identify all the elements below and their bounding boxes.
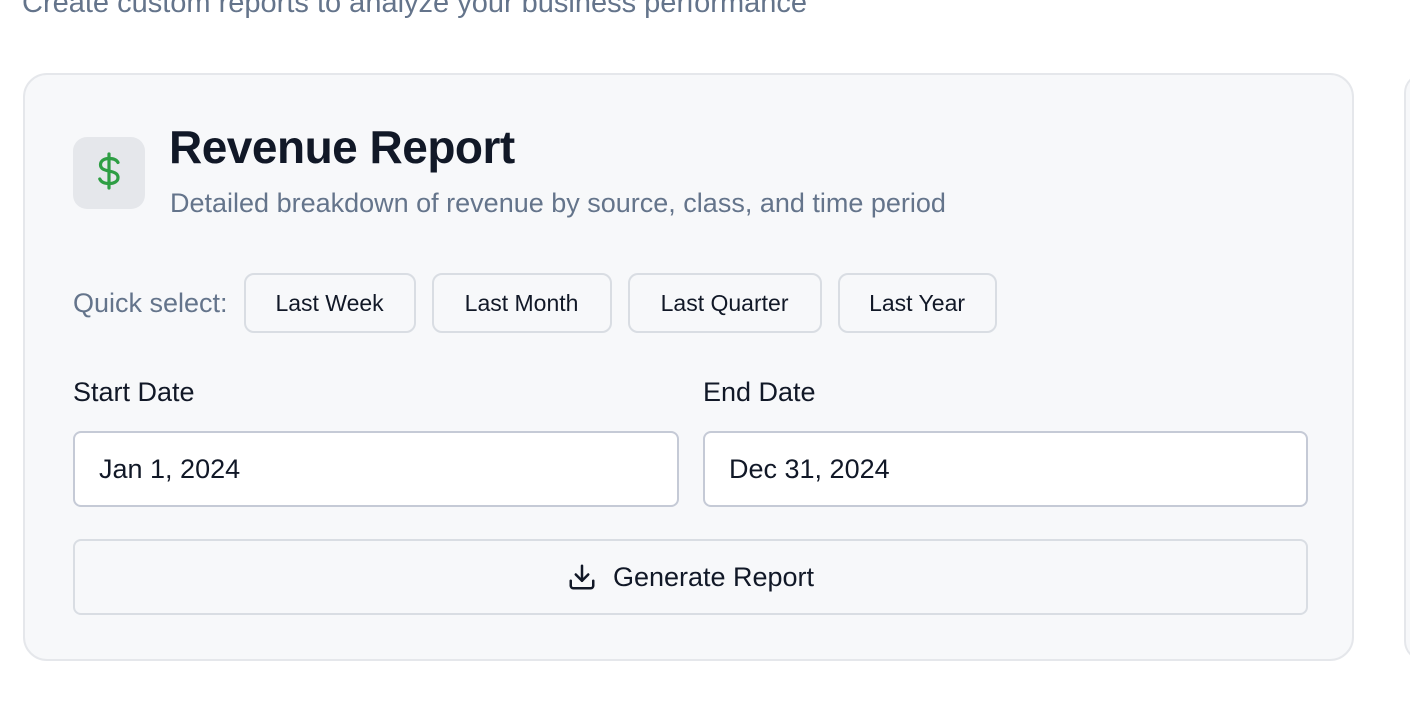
reports-page: Create custom reports to analyze your bu… [0, 0, 1410, 704]
end-date-input[interactable] [703, 431, 1308, 507]
quick-select-label: Quick select: [73, 287, 228, 318]
download-icon [567, 562, 597, 592]
start-date-label: Start Date [73, 377, 195, 407]
report-title: Revenue Report [169, 121, 515, 173]
report-icon-box [73, 137, 145, 209]
next-report-card [1404, 73, 1410, 661]
quick-select-last-year-button[interactable]: Last Year [837, 273, 997, 333]
dollar-sign-icon [94, 151, 124, 196]
revenue-report-card: Revenue Report Detailed breakdown of rev… [23, 73, 1354, 661]
report-description: Detailed breakdown of revenue by source,… [170, 188, 946, 218]
quick-select-row: Quick select: Last Week Last Month Last … [73, 271, 1013, 335]
generate-report-button[interactable]: Generate Report [73, 539, 1308, 615]
quick-select-last-month-button[interactable]: Last Month [431, 273, 612, 333]
quick-select-last-quarter-button[interactable]: Last Quarter [627, 273, 822, 333]
generate-report-label: Generate Report [612, 561, 815, 592]
end-date-label: End Date [703, 377, 816, 407]
quick-select-last-week-button[interactable]: Last Week [243, 273, 416, 333]
page-subtitle: Create custom reports to analyze your bu… [22, 0, 807, 19]
start-date-input[interactable] [73, 431, 679, 507]
